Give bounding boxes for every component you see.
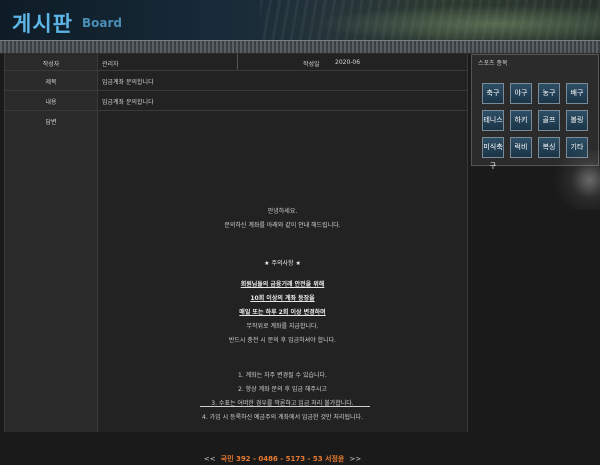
volleyball-icon[interactable]: 배구 — [566, 83, 588, 104]
account-prefix: << — [203, 455, 216, 463]
stadium-banner — [260, 0, 600, 40]
body-label: 내용 — [45, 99, 57, 106]
subject-label-cell: 제목 — [5, 71, 98, 90]
baseball-icon[interactable]: 야구 — [510, 83, 532, 104]
reply-label-cell: 답변 — [5, 111, 98, 432]
reply-label: 답변 — [45, 119, 57, 126]
header-rail-divider — [0, 40, 600, 54]
notice-title: ★ 주의사항 ★ — [264, 260, 301, 267]
rule-2: 2. 항상 계좌 문의 후 입금 해주시고 — [238, 386, 327, 393]
tennis-icon[interactable]: 테니스 — [482, 110, 504, 131]
notice-line-1: 회원님들의 금융거래 안전을 위해 — [240, 281, 325, 288]
body-value: 입금계좌 문의합니다 — [102, 99, 154, 106]
reply-greeting: 안녕하세요. — [267, 208, 298, 215]
bowling-icon[interactable]: 볼링 — [566, 110, 588, 131]
post-table: 작성자 관리자 작성일 2020-06 제목 입금계좌 문의합니다 내용 입금계… — [4, 54, 468, 463]
rule-1: 1. 계좌는 자주 변경될 수 있습니다. — [238, 372, 327, 379]
basketball-icon[interactable]: 농구 — [538, 83, 560, 104]
subject-value: 입금계좌 문의합니다 — [102, 79, 154, 86]
football-icon[interactable]: 미식축구 — [482, 137, 504, 170]
reply-intro: 문의하신 계좌를 아래와 같이 안내 해드립니다. — [224, 222, 341, 229]
notice-plain-1: 무작위로 계좌를 지급합니다. — [246, 323, 319, 330]
author-label: 작성자 — [42, 61, 60, 68]
board-subtitle: Board — [82, 16, 122, 30]
body-row: 내용 입금계좌 문의합니다 — [5, 91, 467, 111]
account-suffix: >> — [349, 455, 362, 463]
author-value: 관리자 — [102, 61, 119, 68]
date-label: 작성일 — [303, 61, 320, 68]
subject-label: 제목 — [45, 79, 57, 86]
account-line: << 국민 392 - 0486 - 5173 - 53 서정윤 >> — [98, 446, 467, 465]
author-row: 작성자 관리자 작성일 2020-06 — [5, 54, 467, 71]
subject-row: 제목 입금계좌 문의합니다 — [5, 71, 467, 91]
golf-icon[interactable]: 골프 — [538, 110, 560, 131]
notice-plain-2: 반드시 충전 시 문의 후 입금하셔야 합니다. — [228, 337, 337, 344]
notice-line-2: 10회 이상의 계좌 등장을 — [250, 295, 315, 302]
soccer-icon[interactable]: 축구 — [482, 83, 504, 104]
rugby-icon[interactable]: 럭비 — [510, 137, 532, 158]
notice-line-3: 매일 또는 하루 2회 이상 변경하며 — [239, 309, 326, 316]
date-value: 2020-06 — [335, 59, 361, 66]
hockey-icon[interactable]: 하키 — [510, 110, 532, 131]
body-label-cell: 내용 — [5, 91, 98, 110]
rule-4: 4. 가입 시 등록하신 예금주의 계좌에서 입금한 것만 처리됩니다. — [202, 414, 363, 421]
account-underline — [200, 406, 370, 407]
sidebar-title: 스포츠 종목 — [478, 60, 508, 67]
reply-content: 안녕하세요. 문의하신 계좌를 아래와 같이 안내 해드립니다. ★ 주의사항 … — [98, 111, 467, 432]
board-title: 게시판 — [12, 12, 73, 36]
author-label-cell: 작성자 — [5, 54, 98, 70]
decorative-glow — [548, 150, 600, 210]
author-date-divider — [237, 54, 238, 70]
account-number: 국민 392 - 0486 - 5173 - 53 서정윤 — [220, 455, 345, 463]
